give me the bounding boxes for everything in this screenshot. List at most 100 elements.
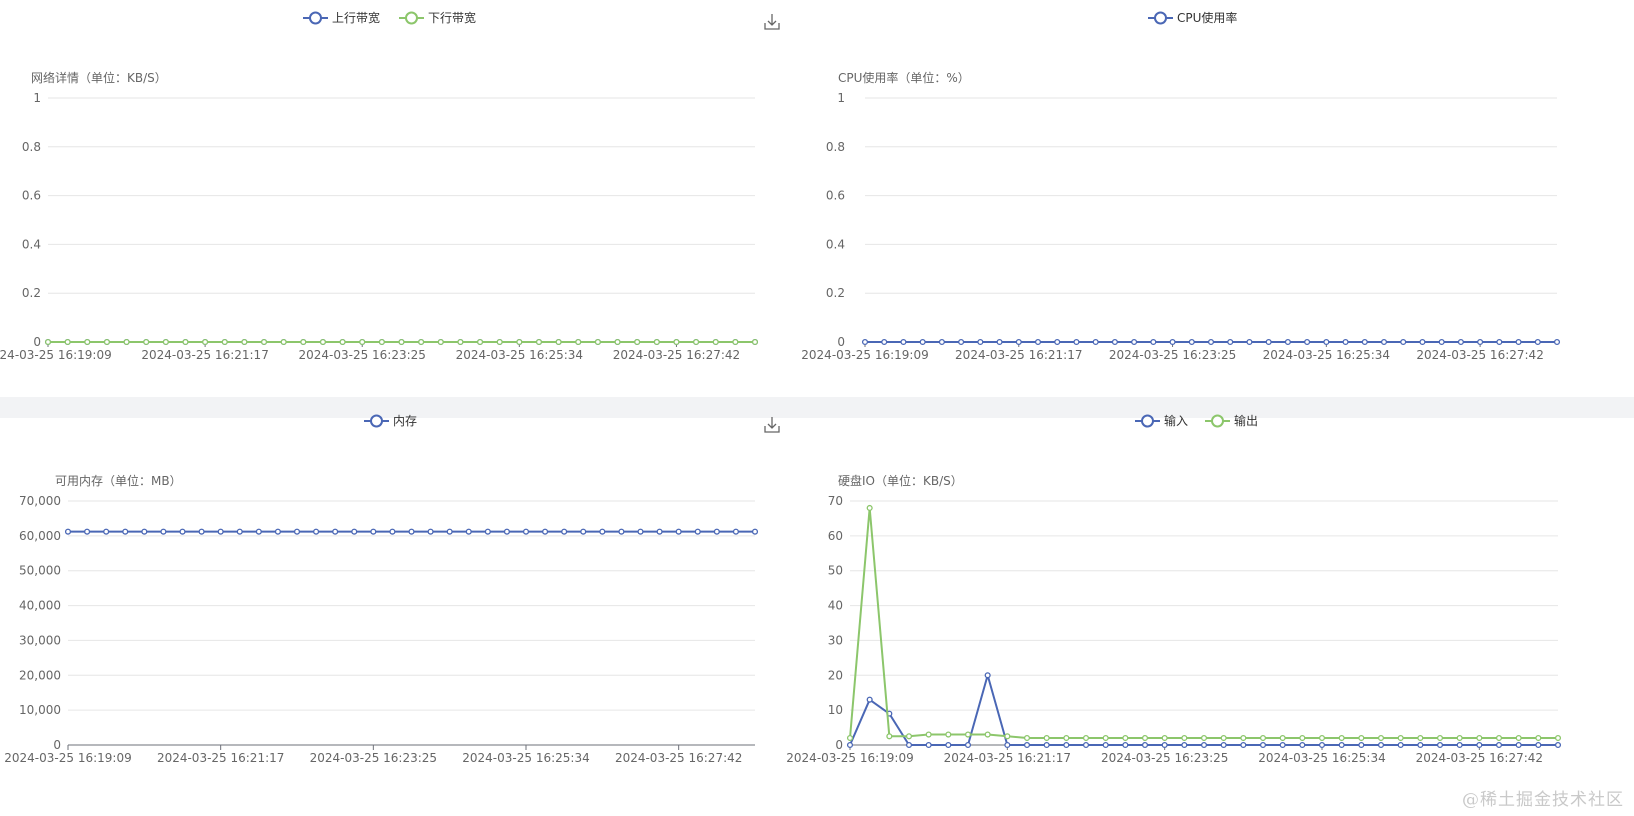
data-point [637, 528, 644, 535]
data-point [122, 528, 129, 535]
data-point [1188, 338, 1195, 346]
y-tick-label: 50,000 [19, 564, 61, 578]
data-point [1456, 741, 1463, 749]
data-point [694, 528, 701, 535]
data-point [1073, 338, 1080, 346]
legend-label: 下行带宽 [428, 10, 476, 25]
y-tick-label: 0.2 [826, 286, 845, 300]
data-point [1438, 338, 1445, 346]
legend-item[interactable]: CPU使用率 [1148, 10, 1237, 25]
data-point [1535, 734, 1542, 742]
data-point [1141, 734, 1149, 742]
data-point [1054, 338, 1061, 346]
data-point [503, 528, 510, 535]
data-point [1122, 734, 1129, 742]
data-point [866, 504, 873, 512]
data-point [1380, 338, 1388, 346]
data-point [1043, 741, 1050, 749]
data-point [1102, 741, 1109, 749]
x-tick-label: 2024-03-25 16:23:25 [1109, 348, 1236, 362]
data-point [1515, 741, 1522, 749]
data-point [179, 528, 186, 535]
download-icon[interactable] [764, 417, 780, 433]
memory-chart: 可用内存（单位：MB） 0 10,000 20,000 30,000 40,000 50,0… [4, 414, 780, 765]
data-point [1495, 734, 1503, 742]
download-icon[interactable] [764, 14, 780, 30]
data-point [221, 338, 228, 346]
y-tick-label: 20 [828, 668, 843, 682]
data-point [1476, 741, 1483, 749]
y-tick-label: 50 [828, 564, 843, 578]
data-point [580, 528, 587, 535]
data-point [712, 338, 719, 346]
data-point [1200, 734, 1208, 742]
legend-label: CPU使用率 [1177, 10, 1237, 25]
data-point [1240, 741, 1247, 749]
data-point [1534, 338, 1541, 346]
x-tick-label: 2024-03-25 16:25:34 [1263, 348, 1390, 362]
x-tick-label: 2024-03-25 16:25:34 [1258, 751, 1385, 765]
data-point [1004, 733, 1011, 740]
data-point [1554, 741, 1562, 749]
x-tick-label: 2024-03-25 16:25:34 [456, 348, 583, 362]
data-point [751, 338, 759, 346]
legend-marker [370, 414, 383, 428]
y-tick-label: 0 [835, 738, 843, 752]
data-point [1015, 338, 1022, 346]
watermark-text: @稀土掘金技术社区 [1462, 790, 1624, 810]
data-point [561, 528, 568, 535]
data-point [599, 528, 606, 535]
legend-label: 输出 [1234, 413, 1258, 428]
y-tick-label: 0.4 [22, 237, 41, 251]
data-point [1535, 741, 1542, 749]
data-point [732, 338, 739, 346]
data-point [1082, 734, 1090, 742]
data-point [280, 338, 287, 346]
data-point [1342, 338, 1349, 346]
data-point [143, 338, 150, 346]
memory-chart-panel: 可用内存（单位：MB） 0 10,000 20,000 30,000 40,000 50,0… [0, 414, 817, 816]
data-point [1220, 734, 1227, 742]
legend-item[interactable]: 下行带宽 [399, 10, 476, 25]
y-tick-label: 30,000 [19, 633, 61, 647]
data-point [1553, 338, 1561, 346]
data-point [477, 338, 484, 346]
data-point [457, 338, 464, 346]
data-point [319, 338, 326, 346]
data-point [1495, 741, 1503, 749]
data-point [1161, 734, 1168, 742]
x-tick-label: 2024-03-25 16:21:17 [141, 348, 268, 362]
legend-marker [309, 11, 322, 25]
data-point [359, 338, 366, 346]
data-point [484, 528, 491, 535]
data-point [1246, 338, 1253, 346]
y-axis-title: 硬盘IO（单位：KB/S） [838, 473, 963, 488]
data-point [236, 528, 243, 535]
data-point [255, 528, 262, 535]
x-tick-label: 2024-03-25 16:21:17 [944, 751, 1071, 765]
panel-divider [0, 397, 1634, 418]
data-point [103, 338, 110, 346]
data-point [673, 338, 680, 346]
data-point [1397, 734, 1404, 742]
data-point [1477, 338, 1484, 346]
data-point [1023, 741, 1031, 749]
data-point [437, 338, 444, 346]
x-tick-label: 2024-03-25 16:27:42 [615, 751, 742, 765]
data-point [1318, 734, 1326, 742]
data-point [1207, 338, 1215, 346]
legend-item[interactable]: 上行带宽 [303, 10, 380, 25]
y-axis-title: CPU使用率（单位：%） [838, 70, 970, 85]
legend-label: 输入 [1164, 413, 1188, 428]
x-tick-label: 2024-03-25 16:19:09 [0, 348, 112, 362]
cpu-chart: CPU使用率（单位：%） 0 0.2 0.4 0.6 0.8 1 2024-03-25 16:… [801, 10, 1561, 362]
data-point [1358, 734, 1365, 742]
data-point [202, 338, 209, 346]
data-point [160, 528, 167, 535]
network-chart: 网络详情（单位：KB/S） 0 0.2 0.4 0.6 0.8 1 2024-03-25 16… [0, 10, 780, 362]
legend-label: 上行带宽 [332, 10, 380, 25]
data-point [938, 338, 945, 346]
data-point [594, 338, 601, 346]
legend-label: 内存 [393, 414, 417, 428]
x-tick-label: 2024-03-25 16:23:25 [298, 348, 425, 362]
